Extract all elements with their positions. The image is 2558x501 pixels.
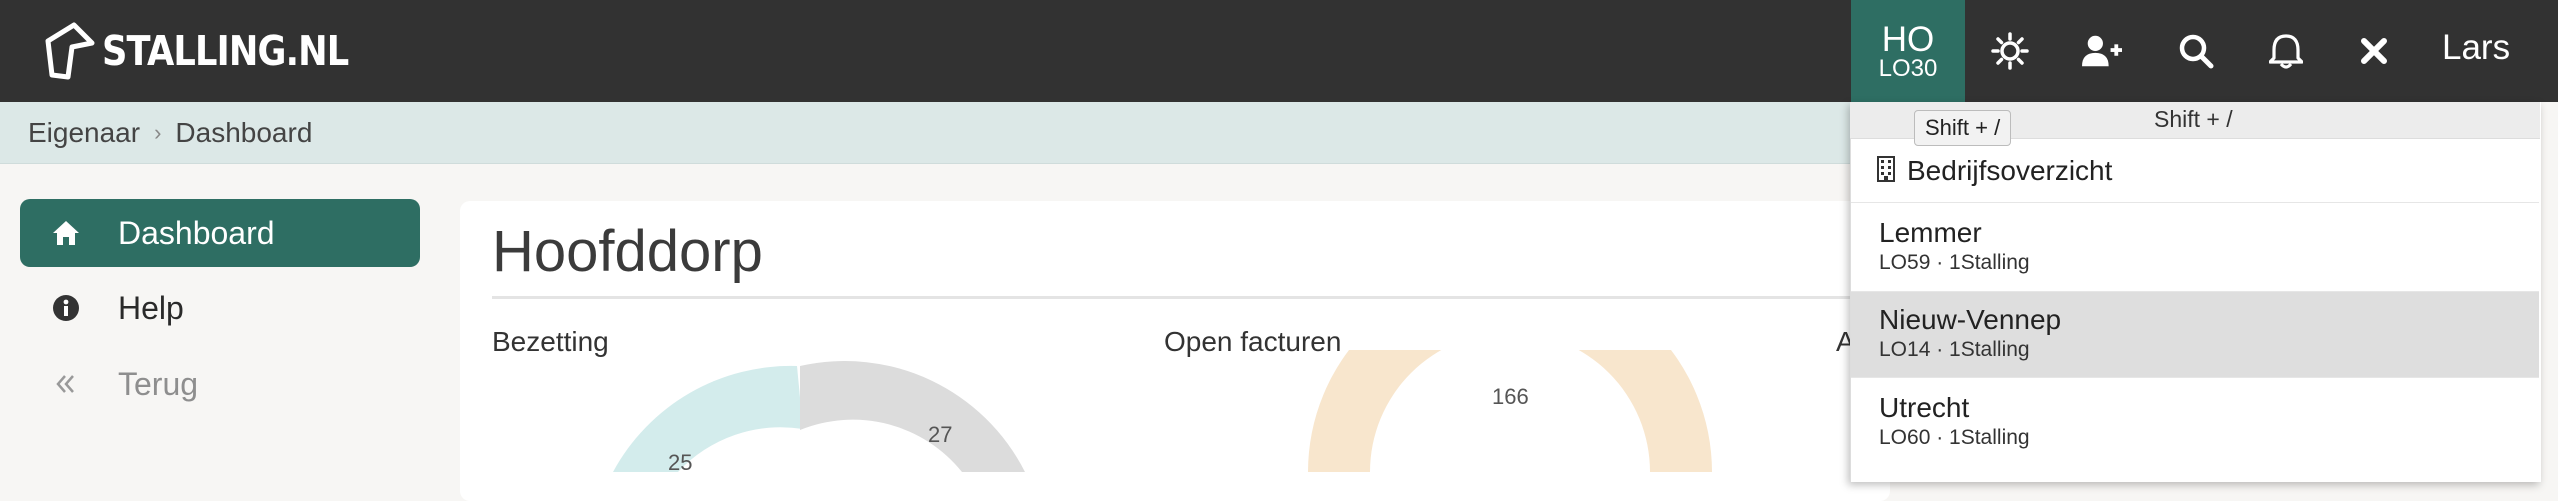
building-icon (1877, 156, 1895, 187)
title-divider (492, 296, 1872, 299)
double-chevron-left-icon (42, 373, 90, 395)
location-switcher[interactable]: HO LO30 (1851, 0, 1965, 102)
donut-bezetting (613, 361, 1025, 472)
location-item-sub: LO60 · 1Stalling (1879, 426, 2030, 449)
donut-label-27: 27 (928, 422, 953, 447)
company-overview-item[interactable]: Bedrijfsoverzicht (1851, 140, 2539, 203)
user-menu[interactable]: Lars (2442, 28, 2510, 68)
search-icon[interactable] (2176, 31, 2216, 71)
add-user-icon[interactable] (2082, 31, 2122, 71)
location-sub: LO30 (1878, 55, 1938, 82)
sidebar-item-terug[interactable]: Terug (20, 350, 420, 418)
location-item-name: Nieuw-Vennep (1879, 304, 2062, 335)
home-icon (42, 220, 90, 246)
close-icon[interactable] (2354, 31, 2394, 71)
bell-icon[interactable] (2266, 31, 2306, 71)
page-title: Hoofddorp (492, 219, 763, 284)
location-item-sub: LO14 · 1Stalling (1879, 338, 2030, 361)
location-item-lemmer[interactable]: Lemmer LO59 · 1Stalling (1851, 203, 2539, 292)
shortcut-hint: Shift + / (2154, 106, 2233, 132)
donut-segment-27 (800, 361, 1025, 472)
location-item-nieuw-vennep[interactable]: Nieuw-Vennep LO14 · 1Stalling (1851, 292, 2539, 378)
donut-segment-25 (613, 365, 803, 472)
info-icon (42, 294, 90, 322)
sun-icon[interactable] (1990, 31, 2030, 71)
donut-label-166: 166 (1492, 384, 1529, 409)
sidebar-item-label: Help (118, 289, 184, 326)
sidebar-item-label: Terug (118, 365, 199, 402)
location-item-sub: LO59 · 1Stalling (1879, 251, 2030, 274)
location-item-name: Lemmer (1879, 217, 1982, 248)
logo[interactable]: STALLING.NL (44, 20, 389, 82)
location-code: HO (1881, 20, 1935, 59)
breadcrumb-item-dashboard: Dashboard (175, 116, 313, 148)
donut-label-25: 25 (668, 450, 693, 475)
donut-segment-166 (1308, 350, 1712, 472)
breadcrumb-separator-icon: › (154, 119, 162, 145)
location-item-utrecht[interactable]: Utrecht LO60 · 1Stalling (1851, 378, 2539, 472)
breadcrumb: Eigenaar › Dashboard (0, 102, 1851, 164)
sidebar-item-dashboard[interactable]: Dashboard (20, 199, 420, 267)
company-overview-label: Bedrijfsoverzicht (1907, 155, 2113, 186)
logo-icon (45, 22, 95, 80)
sidebar-item-help[interactable]: Help (20, 274, 420, 342)
location-item-name: Utrecht (1879, 392, 1970, 423)
donut-open-facturen (1308, 350, 1712, 472)
breadcrumb-item-eigenaar[interactable]: Eigenaar (28, 117, 140, 149)
logo-text: STALLING.NL (102, 27, 349, 75)
sidebar-item-label: Dashboard (118, 214, 275, 251)
